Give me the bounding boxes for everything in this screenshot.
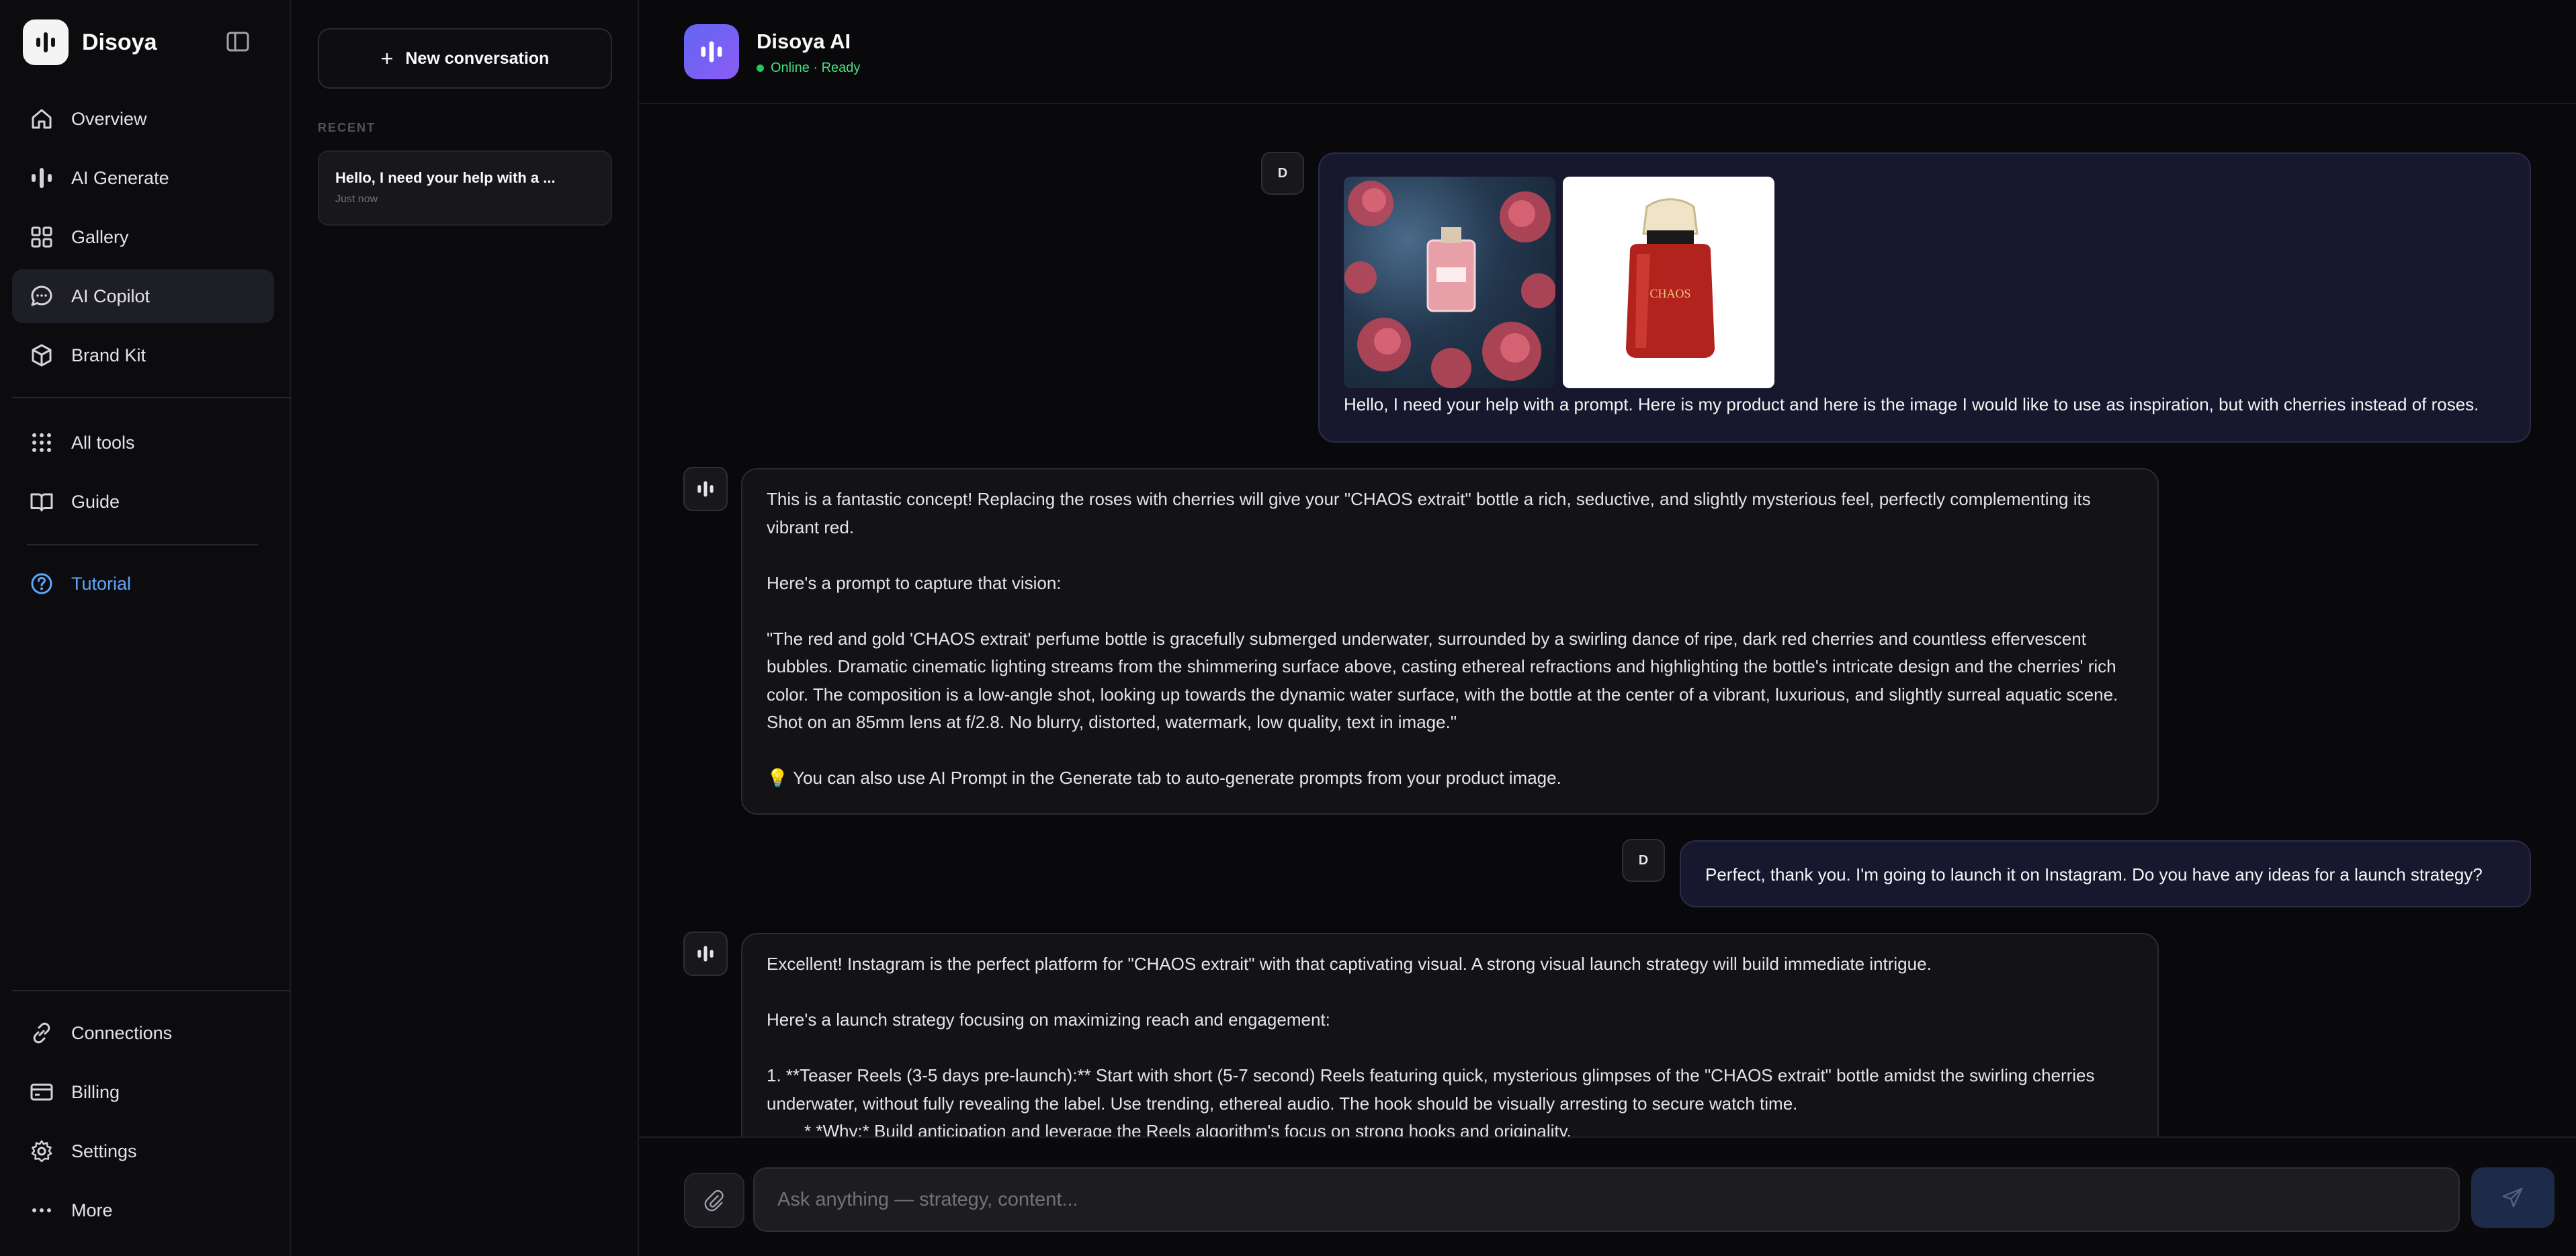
brand-logo-icon xyxy=(23,19,69,65)
nav-item-ai-copilot[interactable]: AI Copilot xyxy=(12,269,274,323)
ai-message-paragraph: Here's a launch strategy focusing on max… xyxy=(767,1010,1330,1030)
gear-icon xyxy=(28,1138,55,1165)
brand-name: Disoya xyxy=(82,29,157,55)
status-text: Online · Ready xyxy=(771,60,861,75)
user-message-bubble: Perfect, thank you. I'm going to launch … xyxy=(1680,840,2531,907)
ai-message-avatar-icon xyxy=(683,932,728,976)
help-circle-icon xyxy=(28,570,55,597)
nav-label: AI Copilot xyxy=(71,285,151,306)
ai-message-paragraph: Here's a prompt to capture that vision: xyxy=(767,572,1062,593)
tutorial-nav: Tutorial xyxy=(12,557,274,616)
nav-item-guide[interactable]: Guide xyxy=(12,475,274,529)
ai-message-list-item: 1. **Teaser Reels (3-5 days pre-launch):… xyxy=(767,1065,2095,1114)
recent-heading: RECENT xyxy=(318,121,376,134)
status-indicator: Online · Ready xyxy=(757,60,860,76)
nav-label: AI Generate xyxy=(71,167,169,188)
nav-label: Connections xyxy=(71,1022,173,1043)
nav-item-ai-generate[interactable]: AI Generate xyxy=(12,151,274,205)
grid-icon xyxy=(28,224,55,251)
chat-icon xyxy=(28,283,55,310)
message-list[interactable]: D CHAOS Hello, I need your help with a p… xyxy=(639,105,2576,1136)
credit-card-icon xyxy=(28,1079,55,1106)
chat-header: Disoya AI Online · Ready xyxy=(639,0,2576,104)
user-avatar: D xyxy=(1261,152,1304,195)
user-message-text: Hello, I need your help with a prompt. H… xyxy=(1344,394,2479,414)
nav-label: Gallery xyxy=(71,226,129,247)
new-conversation-label: New conversation xyxy=(405,48,550,68)
ai-message-avatar-icon xyxy=(683,467,728,511)
conversation-time: Just now xyxy=(335,193,378,205)
sidebar-toggle-icon[interactable] xyxy=(224,30,251,54)
plus-icon: + xyxy=(380,46,394,71)
inspiration-image[interactable] xyxy=(1344,177,1555,388)
composer xyxy=(639,1136,2576,1256)
conversation-title: Hello, I need your help with a ... xyxy=(335,169,556,186)
dots-grid-icon xyxy=(28,429,55,456)
conversations-panel: + New conversation RECENT Hello, I need … xyxy=(291,0,639,1256)
nav-item-billing[interactable]: Billing xyxy=(12,1065,274,1119)
attach-button[interactable] xyxy=(684,1173,744,1228)
nav-label: Overview xyxy=(71,108,147,129)
chat-input-container[interactable] xyxy=(753,1167,2460,1232)
link-icon xyxy=(28,1020,55,1046)
product-image[interactable]: CHAOS xyxy=(1563,177,1774,388)
nav-item-all-tools[interactable]: All tools xyxy=(12,416,274,469)
user-message-bubble: CHAOS Hello, I need your help with a pro… xyxy=(1318,152,2531,443)
tools-nav: All tools Guide xyxy=(12,416,274,534)
nav-label: Brand Kit xyxy=(71,345,146,365)
user-avatar: D xyxy=(1622,839,1665,882)
nav-label: Billing xyxy=(71,1081,120,1102)
ai-message-sub-bullet: * *Why:* Build anticipation and leverage… xyxy=(804,1121,1572,1136)
more-horizontal-icon xyxy=(28,1197,55,1224)
nav-label: Tutorial xyxy=(71,573,132,594)
nav-label: Guide xyxy=(71,491,120,512)
ai-message-paragraph: Excellent! Instagram is the perfect plat… xyxy=(767,954,1932,974)
chat-input[interactable] xyxy=(777,1188,2458,1211)
book-icon xyxy=(28,488,55,515)
paperclip-icon xyxy=(704,1190,724,1212)
ai-message-bubble: This is a fantastic concept! Replacing t… xyxy=(741,468,2159,815)
conversation-item[interactable]: Hello, I need your help with a ... Just … xyxy=(318,150,612,226)
product-bottle-label: CHAOS xyxy=(1649,287,1690,300)
status-dot-icon xyxy=(757,64,764,72)
ai-message-bubble: Excellent! Instagram is the perfect plat… xyxy=(741,933,2159,1136)
nav-divider xyxy=(12,397,291,398)
nav-label: All tools xyxy=(71,432,135,453)
nav-item-settings[interactable]: Settings xyxy=(12,1124,274,1178)
nav-divider xyxy=(27,544,258,545)
bottom-nav: Connections Billing Settings More xyxy=(12,1006,274,1243)
chat-title: Disoya AI xyxy=(757,30,851,53)
nav-item-gallery[interactable]: Gallery xyxy=(12,210,274,264)
new-conversation-button[interactable]: + New conversation xyxy=(318,28,612,89)
nav-item-more[interactable]: More xyxy=(12,1183,274,1237)
chat-main: Disoya AI Online · Ready D CHAOS Hello, … xyxy=(639,0,2576,1256)
ai-message-paragraph: This is a fantastic concept! Replacing t… xyxy=(767,489,2091,537)
send-button[interactable] xyxy=(2471,1167,2554,1228)
nav-label: More xyxy=(71,1200,113,1220)
send-icon xyxy=(2502,1187,2523,1208)
box-icon xyxy=(28,342,55,369)
ai-message-tip: 💡 You can also use AI Prompt in the Gene… xyxy=(767,768,1561,788)
nav-item-overview[interactable]: Overview xyxy=(12,92,274,146)
user-message-text: Perfect, thank you. I'm going to launch … xyxy=(1705,864,2483,885)
home-icon xyxy=(28,105,55,132)
sidebar: Disoya Overview AI Generate Gallery AI C… xyxy=(0,0,291,1256)
ai-message-prompt[interactable]: "The red and gold 'CHAOS extrait' perfum… xyxy=(767,625,2133,737)
waveform-icon xyxy=(28,165,55,191)
nav-item-connections[interactable]: Connections xyxy=(12,1006,274,1060)
brand[interactable]: Disoya xyxy=(23,19,157,65)
nav-item-tutorial[interactable]: Tutorial xyxy=(12,557,274,611)
nav-label: Settings xyxy=(71,1140,137,1161)
nav-divider xyxy=(12,990,291,991)
main-nav: Overview AI Generate Gallery AI Copilot … xyxy=(12,92,274,388)
ai-avatar-icon xyxy=(684,24,739,79)
nav-item-brand-kit[interactable]: Brand Kit xyxy=(12,328,274,382)
